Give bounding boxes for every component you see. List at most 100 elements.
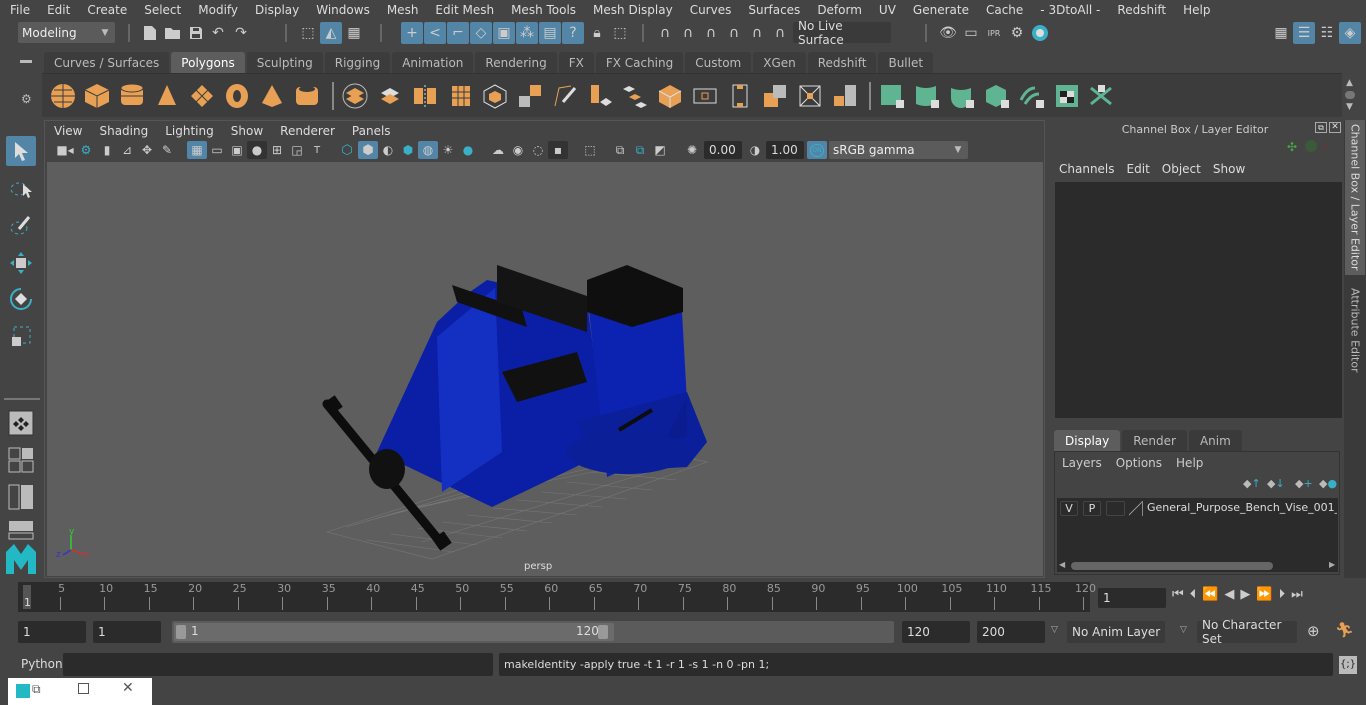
shelf-tab-sculpting[interactable]: Sculpting bbox=[246, 52, 323, 73]
scale-tool-icon[interactable] bbox=[6, 321, 36, 351]
layer-menu-options[interactable]: Options bbox=[1116, 456, 1162, 470]
select-tool-icon[interactable] bbox=[6, 136, 36, 166]
undo-icon[interactable]: ↶ bbox=[207, 22, 229, 44]
uv-cylindrical-icon[interactable] bbox=[913, 82, 941, 110]
gamma-icon[interactable]: ◑ bbox=[745, 141, 765, 159]
hyperbolic-icon[interactable]: ⁄ bbox=[1325, 140, 1327, 154]
move-layer-down-icon[interactable]: ◆↓ bbox=[1267, 477, 1285, 490]
poly-sphere-icon[interactable] bbox=[49, 82, 77, 110]
manipulator-axes-icon[interactable]: ✣ bbox=[1287, 140, 1297, 154]
new-layer-selected-icon[interactable]: ◆● bbox=[1319, 477, 1337, 490]
vp-menu-shading[interactable]: Shading bbox=[90, 124, 156, 138]
magnet-live-icon[interactable]: ∩ bbox=[769, 22, 791, 44]
cb-menu-show[interactable]: Show bbox=[1207, 162, 1251, 176]
layer-tab-display[interactable]: Display bbox=[1054, 430, 1121, 451]
menu-mesh-display[interactable]: Mesh Display bbox=[583, 3, 680, 17]
layer-visibility-toggle[interactable]: V bbox=[1060, 501, 1078, 516]
menu-3dtoall[interactable]: - 3DtoAll - bbox=[1030, 3, 1107, 17]
single-perspective-layout-icon[interactable] bbox=[6, 408, 36, 438]
layer-display-type-toggle[interactable] bbox=[1106, 501, 1125, 516]
layer-row[interactable]: V P General_Purpose_Bench_Vise_001_layer bbox=[1057, 500, 1338, 518]
image-plane-icon[interactable]: ⊿ bbox=[117, 141, 137, 159]
shelf-tab-fx[interactable]: FX bbox=[558, 52, 594, 73]
shelf-scroll-down-icon[interactable]: ▼ bbox=[1346, 102, 1353, 112]
menu-select[interactable]: Select bbox=[134, 3, 188, 17]
color-space-dropdown[interactable]: sRGB gamma ▼ bbox=[829, 141, 968, 159]
extrude-icon[interactable] bbox=[586, 82, 614, 110]
menu-create[interactable]: Create bbox=[77, 3, 134, 17]
outliner-persp-layout-icon[interactable] bbox=[6, 482, 36, 512]
step-forward-frame-icon[interactable]: ⏵ bbox=[1279, 587, 1286, 602]
render-view-icon[interactable]: 👁︎ bbox=[937, 22, 959, 44]
shelf-tab-polygons[interactable]: Polygons bbox=[171, 52, 245, 73]
move-tool-icon[interactable] bbox=[6, 248, 36, 278]
scroll-right-icon[interactable]: ▶ bbox=[1329, 560, 1335, 569]
insert-edge-loop-icon[interactable] bbox=[691, 82, 719, 110]
range-slider-bar[interactable] bbox=[174, 623, 614, 641]
paint-select-tool-icon[interactable] bbox=[6, 210, 36, 240]
ipr-render-icon[interactable]: IPR bbox=[983, 22, 1005, 44]
vp-menu-view[interactable]: View bbox=[45, 124, 90, 138]
speed-icon[interactable] bbox=[1305, 140, 1317, 152]
menu-deform[interactable]: Deform bbox=[807, 3, 869, 17]
camera-attributes-icon[interactable]: ⚙ bbox=[76, 141, 96, 159]
layer-menu-help[interactable]: Help bbox=[1176, 456, 1203, 470]
save-scene-icon[interactable] bbox=[185, 22, 207, 44]
step-back-frame-icon[interactable]: ⏴ bbox=[1190, 587, 1197, 602]
film-gate-icon[interactable]: ▭ bbox=[207, 141, 227, 159]
menu-surfaces[interactable]: Surfaces bbox=[738, 3, 807, 17]
step-back-key-icon[interactable]: ⏪ bbox=[1202, 587, 1218, 602]
script-editor-icon[interactable]: {;} bbox=[1339, 656, 1357, 674]
shelf-tab-animation[interactable]: Animation bbox=[392, 52, 474, 73]
menu-mesh[interactable]: Mesh bbox=[377, 3, 426, 17]
shaded-wireframe-icon[interactable]: ◐ bbox=[378, 141, 398, 159]
snap-plane-icon[interactable]: ▣ bbox=[493, 22, 515, 44]
tool-settings-toggle-icon[interactable]: ☷ bbox=[1316, 22, 1338, 44]
maximize-window-icon[interactable] bbox=[78, 683, 89, 694]
close-window-icon[interactable]: ✕ bbox=[122, 680, 134, 696]
triangulate-icon[interactable] bbox=[761, 82, 789, 110]
vp-menu-renderer[interactable]: Renderer bbox=[271, 124, 343, 138]
exposure-field[interactable]: 0.00 bbox=[704, 141, 742, 159]
uv-unfold-icon[interactable] bbox=[1088, 82, 1116, 110]
go-to-start-icon[interactable]: ⏮ bbox=[1172, 587, 1184, 602]
camera-icon[interactable]: ■◂ bbox=[55, 141, 75, 159]
command-input[interactable] bbox=[63, 653, 493, 676]
range-end-handle[interactable] bbox=[598, 625, 608, 639]
resolution-gate-icon[interactable]: ▣ bbox=[227, 141, 247, 159]
lasso-tool-icon[interactable] bbox=[6, 174, 36, 204]
exposure-icon[interactable]: ✺ bbox=[682, 141, 702, 159]
shelf-scroll-handle[interactable] bbox=[1345, 91, 1355, 99]
menu-display[interactable]: Display bbox=[245, 3, 306, 17]
poly-pyramid-icon[interactable] bbox=[258, 82, 286, 110]
snap-vertex-icon[interactable]: ◇ bbox=[470, 22, 492, 44]
color-management-toggle[interactable]: ON bbox=[807, 141, 827, 159]
new-scene-icon[interactable] bbox=[139, 22, 161, 44]
range-slider[interactable]: 1 120 bbox=[172, 621, 894, 643]
modeling-toolkit-icon[interactable]: ▦ bbox=[1270, 22, 1292, 44]
scroll-thumb[interactable] bbox=[1071, 562, 1273, 570]
shelf-tab-rendering[interactable]: Rendering bbox=[475, 52, 557, 73]
magnet-surface-icon[interactable]: ∩ bbox=[746, 22, 768, 44]
shelf-tab-xgen[interactable]: XGen bbox=[753, 52, 806, 73]
reduce-icon[interactable] bbox=[481, 82, 509, 110]
scroll-left-icon[interactable]: ◀ bbox=[1059, 560, 1065, 569]
hypershade-icon[interactable] bbox=[1029, 22, 1051, 44]
safe-action-icon[interactable]: ◲ bbox=[287, 141, 307, 159]
quadrangulate-icon[interactable] bbox=[831, 82, 859, 110]
channel-box-toggle-icon[interactable]: ◈ bbox=[1339, 22, 1361, 44]
channel-list[interactable] bbox=[1055, 182, 1342, 418]
menu-cache[interactable]: Cache bbox=[976, 3, 1030, 17]
bookmark-icon[interactable]: ▮ bbox=[97, 141, 117, 159]
snap-view-icon[interactable]: ▤ bbox=[539, 22, 561, 44]
shelf-menu-icon[interactable] bbox=[20, 60, 32, 63]
uv-automatic-icon[interactable] bbox=[983, 82, 1011, 110]
poly-cone-icon[interactable] bbox=[153, 82, 181, 110]
attribute-editor-toggle-icon[interactable]: ☰ bbox=[1293, 22, 1315, 44]
menu-modify[interactable]: Modify bbox=[188, 3, 245, 17]
2d-pan-zoom-icon[interactable]: ✥ bbox=[137, 141, 157, 159]
auto-key-icon[interactable]: ⊕ bbox=[1307, 622, 1320, 640]
smooth-shade-icon[interactable]: ⬢ bbox=[358, 141, 378, 159]
side-tab-channel-box[interactable]: Channel Box / Layer Editor bbox=[1345, 120, 1365, 275]
field-chart-icon[interactable]: ⊞ bbox=[267, 141, 287, 159]
